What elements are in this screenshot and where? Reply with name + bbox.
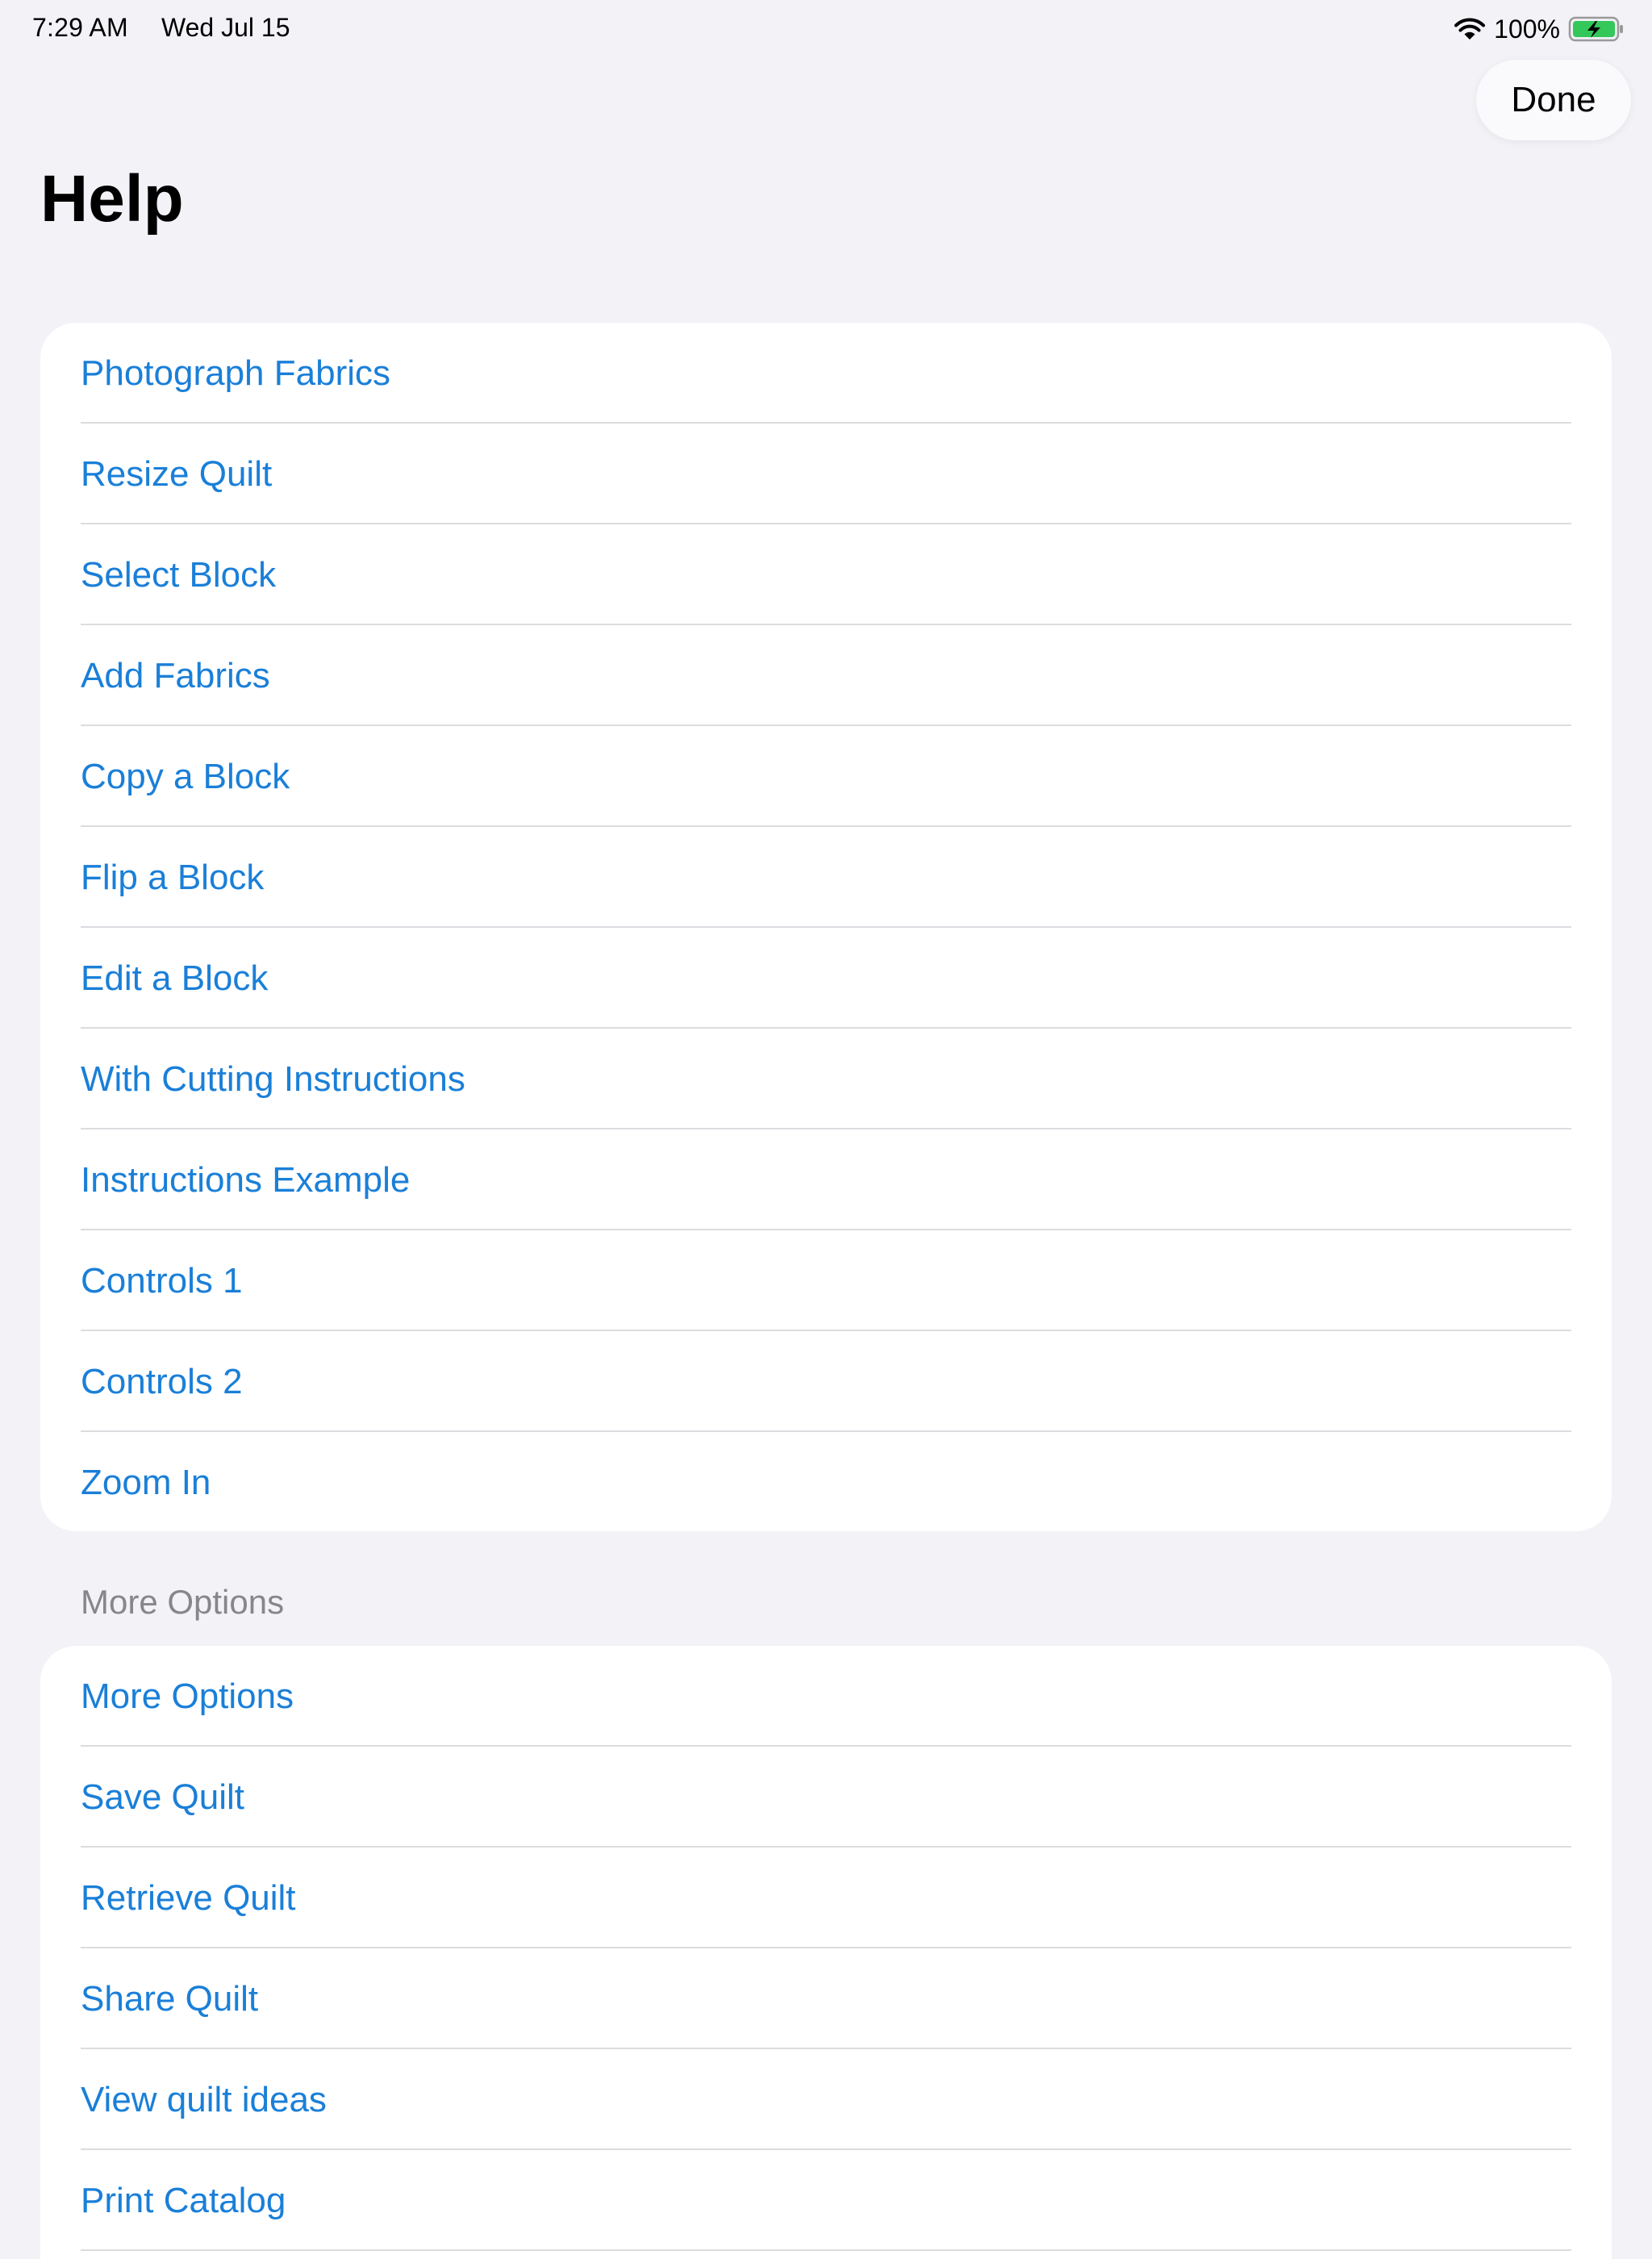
list-item-label: Save Quilt xyxy=(81,1777,244,1817)
list-item-label: Flip a Block xyxy=(81,857,265,897)
list-item-label: Copy a Block xyxy=(81,756,290,796)
list-item[interactable]: With Cutting Instructions xyxy=(40,1029,1612,1130)
status-date: Wed Jul 15 xyxy=(161,13,290,42)
list-item[interactable]: More Options xyxy=(40,1646,1612,1747)
list-item[interactable]: Save Quilt xyxy=(40,1747,1612,1848)
wifi-icon xyxy=(1454,18,1486,40)
status-indicators: 100% xyxy=(1454,11,1625,47)
list-item-label: Zoom In xyxy=(81,1462,211,1502)
list-item-label: Select Block xyxy=(81,554,277,595)
section-header-more-options: More Options xyxy=(81,1583,285,1621)
help-topics-list: Photograph Fabrics Resize Quilt Select B… xyxy=(40,323,1612,1531)
list-item[interactable]: Add Fabrics xyxy=(40,625,1612,726)
list-item[interactable]: Copy a Block xyxy=(40,726,1612,827)
list-item-label: Add Fabrics xyxy=(81,655,270,695)
list-item[interactable]: Instructions Example xyxy=(40,1130,1612,1230)
list-item-label: Share Quilt xyxy=(81,1978,259,2019)
battery-percent: 100% xyxy=(1494,14,1560,44)
list-item-label: Photograph Fabrics xyxy=(81,353,390,393)
list-item-label: Retrieve Quilt xyxy=(81,1877,296,1918)
list-item[interactable]: Controls 1 xyxy=(40,1230,1612,1331)
battery-charging-icon xyxy=(1568,16,1623,42)
list-item[interactable]: Flip a Block xyxy=(40,827,1612,928)
list-item[interactable]: Share Quilt xyxy=(40,1948,1612,2049)
more-options-list: More Options Save Quilt Retrieve Quilt S… xyxy=(40,1646,1612,2259)
list-item[interactable]: Controls 2 xyxy=(40,1331,1612,1432)
status-time: 7:29 AM xyxy=(32,13,128,42)
list-item-label: Instructions Example xyxy=(81,1159,411,1200)
list-item-label: View quilt ideas xyxy=(81,2079,327,2119)
list-item-label: Resize Quilt xyxy=(81,453,273,494)
status-bar: 7:29 AM Wed Jul 15 100% xyxy=(0,0,1652,58)
list-item[interactable]: Retrieve Quilt xyxy=(40,1848,1612,1948)
list-item-label: Controls 1 xyxy=(81,1260,243,1301)
list-item[interactable]: Resize Quilt xyxy=(40,424,1612,524)
list-item[interactable]: Edit a Block xyxy=(40,928,1612,1029)
list-item-label: Controls 2 xyxy=(81,1361,243,1401)
list-item-label: With Cutting Instructions xyxy=(81,1059,465,1099)
list-item-label: Print Catalog xyxy=(81,2180,286,2220)
list-item[interactable]: View quilt ideas xyxy=(40,2049,1612,2150)
done-button[interactable]: Done xyxy=(1476,60,1631,140)
list-item[interactable]: Zoom In xyxy=(40,1432,1612,1531)
list-item-label: More Options xyxy=(81,1676,294,1716)
page-title: Help xyxy=(40,162,184,236)
list-item-label: Edit a Block xyxy=(81,958,269,998)
list-item[interactable]: Photograph Fabrics xyxy=(40,323,1612,424)
list-item[interactable]: Select Block xyxy=(40,524,1612,625)
list-item[interactable]: Print Catalog xyxy=(40,2150,1612,2251)
